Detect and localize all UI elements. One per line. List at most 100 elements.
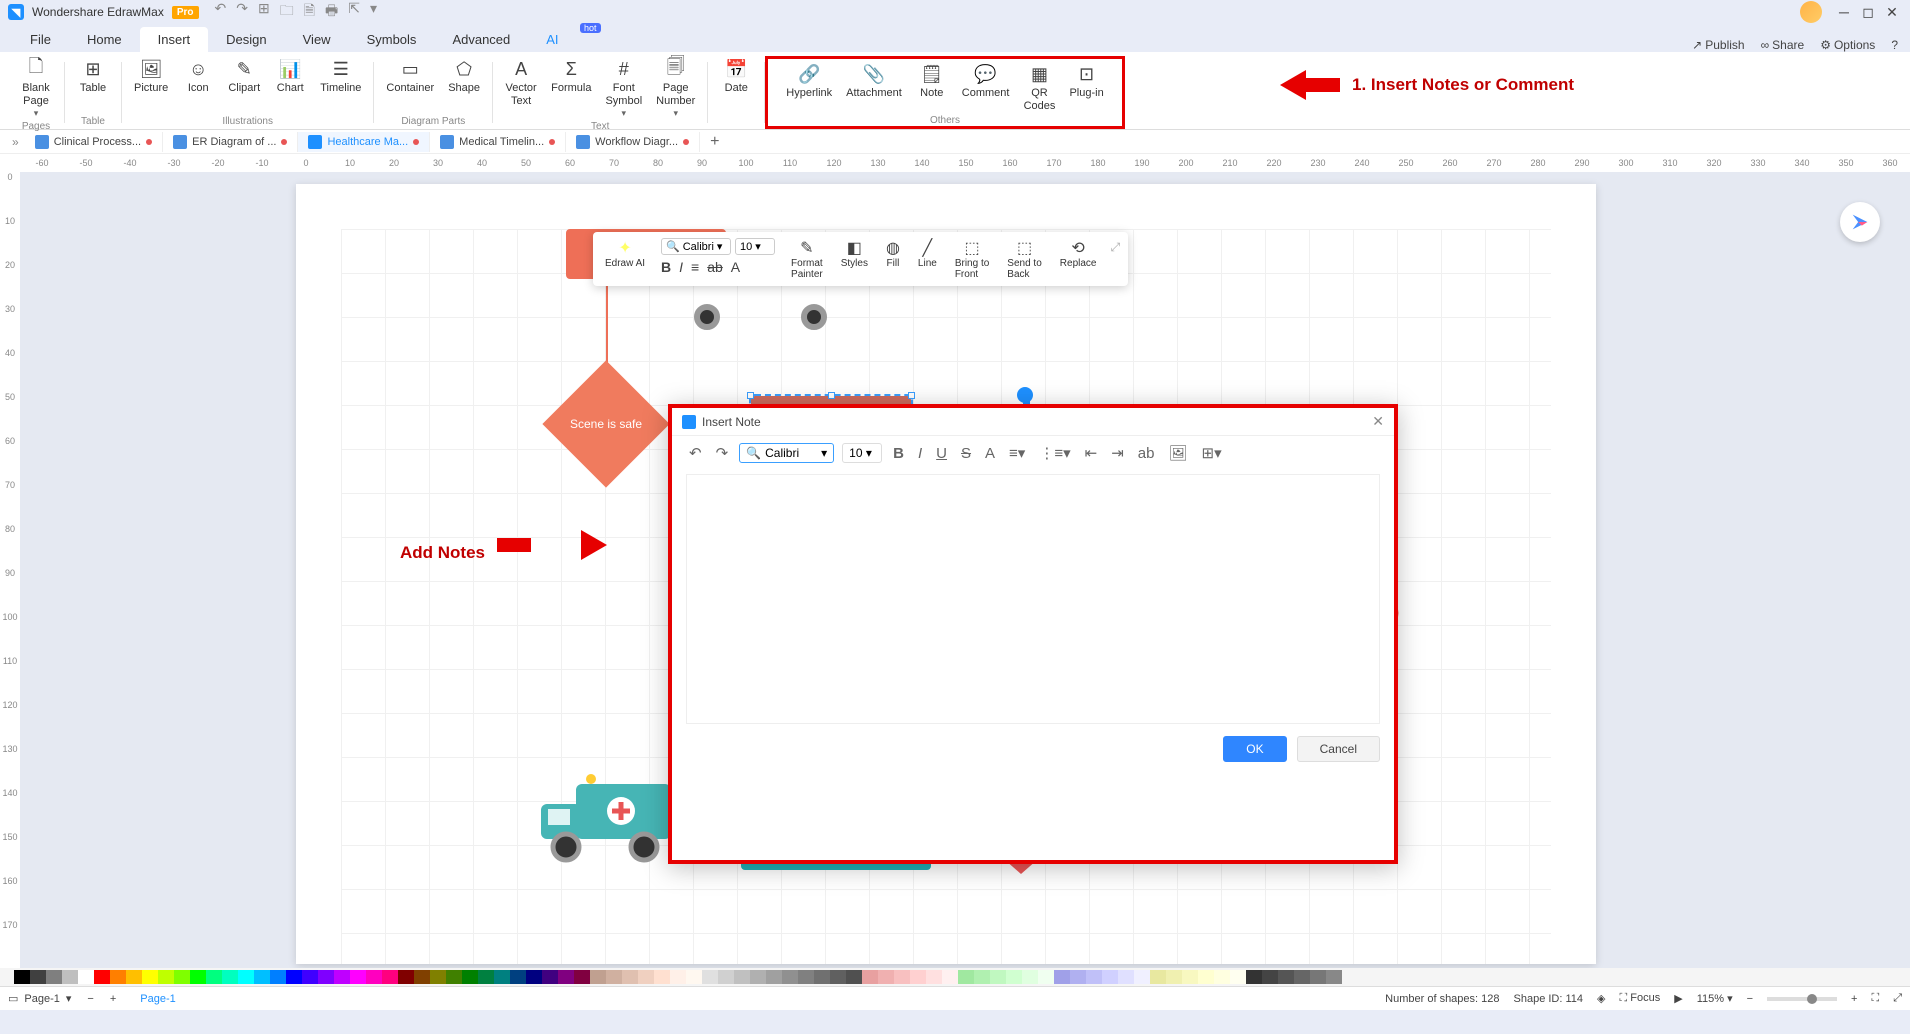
indent-icon[interactable]: ⇥ xyxy=(1108,442,1127,464)
color-swatch[interactable] xyxy=(862,970,878,984)
bold-icon[interactable]: B xyxy=(661,259,671,275)
color-swatch[interactable] xyxy=(462,970,478,984)
zoom-level[interactable]: 115% ▾ xyxy=(1697,992,1733,1005)
color-swatch[interactable] xyxy=(430,970,446,984)
color-swatch[interactable] xyxy=(814,970,830,984)
color-swatch[interactable] xyxy=(398,970,414,984)
ok-button[interactable]: OK xyxy=(1223,736,1286,762)
color-swatch[interactable] xyxy=(638,970,654,984)
color-swatch[interactable] xyxy=(30,970,46,984)
color-swatch[interactable] xyxy=(542,970,558,984)
doc-tab-medical[interactable]: Medical Timelin... xyxy=(430,132,566,152)
color-swatch[interactable] xyxy=(318,970,334,984)
color-swatch[interactable] xyxy=(990,970,1006,984)
maximize-icon[interactable]: ◻ xyxy=(1858,2,1878,22)
help-icon[interactable]: ? xyxy=(1891,38,1898,52)
color-swatch[interactable] xyxy=(702,970,718,984)
color-swatch[interactable] xyxy=(622,970,638,984)
redo-icon[interactable]: ↷ xyxy=(236,0,248,24)
dialog-size-select[interactable]: 10 ▾ xyxy=(842,443,882,463)
color-swatch[interactable] xyxy=(1262,970,1278,984)
color-swatch[interactable] xyxy=(366,970,382,984)
color-swatch[interactable] xyxy=(798,970,814,984)
color-swatch[interactable] xyxy=(286,970,302,984)
layers-icon[interactable]: ◈ xyxy=(1597,992,1605,1005)
color-swatch[interactable] xyxy=(718,970,734,984)
shape-scene-safe[interactable]: Scene is safe xyxy=(541,384,671,464)
format-painter-button[interactable]: ✎Format Painter xyxy=(783,236,831,282)
menu-ai[interactable]: AIhot xyxy=(528,27,576,52)
color-swatch[interactable] xyxy=(830,970,846,984)
new-icon[interactable]: ⊞ xyxy=(258,0,270,24)
menu-view[interactable]: View xyxy=(285,27,349,52)
color-swatch[interactable] xyxy=(910,970,926,984)
color-swatch[interactable] xyxy=(190,970,206,984)
color-swatch[interactable] xyxy=(1166,970,1182,984)
font-color-icon[interactable]: A xyxy=(982,443,998,464)
strike-icon[interactable]: S xyxy=(958,443,974,464)
shape-button[interactable]: ⬠Shape xyxy=(442,56,486,97)
doc-tab-healthcare[interactable]: Healthcare Ma... xyxy=(298,132,430,152)
color-swatch[interactable] xyxy=(1182,970,1198,984)
color-swatch[interactable] xyxy=(974,970,990,984)
color-swatch[interactable] xyxy=(222,970,238,984)
clipart-button[interactable]: ✎Clipart xyxy=(222,56,266,97)
color-swatch[interactable] xyxy=(590,970,606,984)
font-select[interactable]: 🔍 Calibri ▾ xyxy=(661,238,731,255)
formula-button[interactable]: ΣFormula xyxy=(545,56,597,121)
color-swatch[interactable] xyxy=(526,970,542,984)
menu-advanced[interactable]: Advanced xyxy=(434,27,528,52)
color-swatch[interactable] xyxy=(1118,970,1134,984)
color-swatch[interactable] xyxy=(1022,970,1038,984)
hyperlink-button[interactable]: 🔗Hyperlink xyxy=(780,61,838,115)
fit-icon[interactable]: ⛶ xyxy=(1871,992,1879,1005)
color-swatch[interactable] xyxy=(110,970,126,984)
color-swatch[interactable] xyxy=(254,970,270,984)
color-swatch[interactable] xyxy=(510,970,526,984)
color-swatch[interactable] xyxy=(206,970,222,984)
underline-icon[interactable]: U xyxy=(933,443,950,464)
color-swatch[interactable] xyxy=(270,970,286,984)
list-icon[interactable]: ⋮≡▾ xyxy=(1036,442,1073,464)
chart-button[interactable]: 📊Chart xyxy=(268,56,312,97)
remove-page-icon[interactable]: − xyxy=(87,993,93,1005)
user-avatar-icon[interactable] xyxy=(1800,1,1822,23)
color-swatch[interactable] xyxy=(1230,970,1246,984)
bold-icon[interactable]: B xyxy=(890,443,907,464)
strike-icon[interactable]: ab xyxy=(707,259,723,275)
page-dropdown-icon[interactable]: ▾ xyxy=(66,992,72,1005)
note-textarea[interactable] xyxy=(686,474,1380,724)
color-swatch[interactable] xyxy=(14,970,30,984)
align-icon[interactable]: ≡ xyxy=(691,259,699,275)
color-swatch[interactable] xyxy=(1246,970,1262,984)
color-swatch[interactable] xyxy=(606,970,622,984)
color-swatch[interactable] xyxy=(958,970,974,984)
note-button[interactable]: 🗒Note xyxy=(910,61,954,115)
replace-button[interactable]: ⟲Replace xyxy=(1052,236,1105,271)
color-swatch[interactable] xyxy=(1038,970,1054,984)
ambulance-icon[interactable] xyxy=(536,769,676,864)
container-button[interactable]: ▭Container xyxy=(380,56,440,97)
color-swatch[interactable] xyxy=(942,970,958,984)
date-button[interactable]: 📅Date xyxy=(714,56,758,97)
outdent-icon[interactable]: ⇤ xyxy=(1082,442,1101,464)
color-swatch[interactable] xyxy=(1310,970,1326,984)
attachment-button[interactable]: 📎Attachment xyxy=(840,61,908,115)
italic-icon[interactable]: I xyxy=(915,443,925,464)
workspace[interactable]: 0102030405060708090100110120130140150160… xyxy=(0,172,1910,968)
font-symbol-button[interactable]: #Font Symbol▾ xyxy=(599,56,648,121)
menu-design[interactable]: Design xyxy=(208,27,284,52)
doc-tab-clinical[interactable]: Clinical Process... xyxy=(25,132,163,152)
color-swatch[interactable] xyxy=(1294,970,1310,984)
color-swatch[interactable] xyxy=(1006,970,1022,984)
export-icon[interactable]: ⇱ xyxy=(348,0,360,24)
color-swatch[interactable] xyxy=(1278,970,1294,984)
line-button[interactable]: ╱Line xyxy=(910,236,945,271)
open-icon[interactable]: 🗀 xyxy=(280,0,294,24)
color-swatch[interactable] xyxy=(878,970,894,984)
color-swatch[interactable] xyxy=(94,970,110,984)
color-swatch[interactable] xyxy=(126,970,142,984)
table-button[interactable]: ⊞Table xyxy=(71,56,115,97)
icon-button[interactable]: ☺Icon xyxy=(176,56,220,97)
print-icon[interactable]: 🖶 xyxy=(325,0,338,24)
